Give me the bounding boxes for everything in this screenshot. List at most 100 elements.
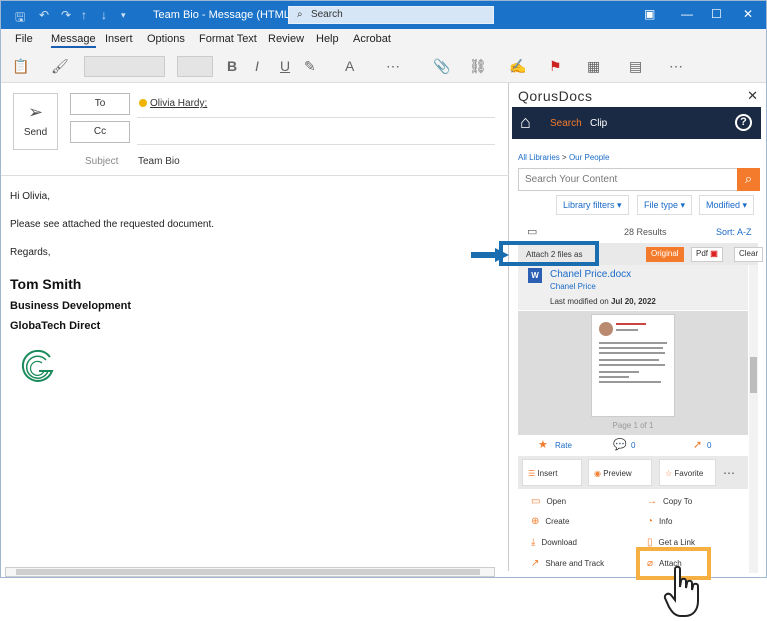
panel-close-icon[interactable]: ✕	[747, 88, 758, 104]
maximize-icon[interactable]: ☐	[711, 7, 722, 21]
insert-button[interactable]: ☰ Insert	[522, 459, 582, 486]
favorite-button[interactable]: ☆ Favorite	[659, 459, 716, 486]
copy-to-menu-item[interactable]: → Copy To	[647, 496, 692, 507]
ribbon-more-icon[interactable]: ⋯	[669, 58, 683, 75]
panel-scrollbar[interactable]	[749, 265, 758, 573]
share-icon: ↗	[531, 558, 540, 569]
scrollbar-thumb[interactable]	[16, 569, 480, 575]
open-label: Open	[546, 497, 567, 506]
format-painter-icon[interactable]: 🖌	[51, 58, 69, 75]
minimize-icon[interactable]: —	[681, 7, 693, 21]
bold-icon[interactable]: B	[227, 58, 237, 74]
open-menu-item[interactable]: ▭ Open	[531, 496, 566, 507]
save-icon[interactable]: 🖫	[15, 8, 25, 29]
underline-icon[interactable]: U	[280, 58, 290, 74]
download-label: Download	[541, 538, 577, 547]
text-line	[599, 376, 629, 378]
flag-icon[interactable]: ⚑	[549, 58, 562, 75]
to-field[interactable]: Olivia Hardy;	[139, 98, 207, 109]
font-color-icon[interactable]: A	[345, 58, 354, 74]
insert-icon: ☰	[528, 469, 536, 478]
menu-format-text[interactable]: Format Text	[199, 33, 257, 45]
menu-options[interactable]: Options	[147, 33, 185, 45]
insert-label: Insert	[537, 469, 558, 478]
italic-icon[interactable]: I	[255, 58, 259, 74]
addin-icon[interactable]: ▤	[629, 58, 642, 75]
list-view-icon[interactable]: ▭	[527, 225, 537, 238]
nav-search[interactable]: Search	[550, 118, 582, 129]
document-card[interactable]: W Chanel Price.docx Chanel Price Last mo…	[518, 265, 748, 310]
home-icon[interactable]: ⌂	[520, 112, 531, 133]
document-preview[interactable]: Page 1 of 1	[518, 311, 748, 435]
search-input[interactable]: ⌕ Search	[288, 6, 494, 24]
subject-field[interactable]: Team Bio	[138, 156, 180, 167]
paste-icon[interactable]: 📋	[12, 58, 29, 75]
modified-dropdown[interactable]: Modified ▾	[699, 195, 755, 215]
signature-icon[interactable]: ✍	[509, 58, 526, 75]
link-icon[interactable]: ⛓	[469, 58, 487, 75]
breadcrumb-current[interactable]: Our People	[569, 153, 609, 162]
nav-clip[interactable]: Clip	[590, 118, 607, 129]
share-menu-item[interactable]: ↗ Share and Track	[531, 558, 604, 569]
font-name-dropdown[interactable]	[84, 56, 165, 77]
highlight-icon[interactable]: ✎	[304, 58, 316, 75]
sort-toggle[interactable]: Sort: A-Z	[716, 227, 752, 237]
qorusdocs-panel: QorusDocs ✕ ⌂ Search Clip ? All Librarie…	[509, 83, 766, 577]
undo-icon[interactable]: ↶	[39, 8, 49, 22]
up-arrow-icon[interactable]: ↑	[81, 8, 87, 22]
cc-button[interactable]: Cc	[70, 121, 130, 143]
horizontal-scrollbar[interactable]	[5, 567, 495, 577]
more-actions-icon[interactable]: ⋯	[723, 466, 735, 480]
body-closing[interactable]: Regards,	[10, 247, 51, 258]
rate-link[interactable]: Rate	[555, 441, 572, 450]
document-author[interactable]: Chanel Price	[550, 282, 596, 291]
clear-button[interactable]: Clear	[734, 247, 764, 262]
breadcrumb-root[interactable]: All Libraries	[518, 153, 560, 162]
menu-message[interactable]: Message	[51, 33, 96, 48]
modified-prefix: Last modified on	[550, 297, 609, 306]
category-icon[interactable]: ▦	[587, 58, 600, 75]
divider	[137, 144, 495, 145]
presence-icon	[139, 99, 147, 107]
menu-help[interactable]: Help	[316, 33, 339, 45]
more-icon[interactable]: ⋯	[386, 58, 400, 75]
customize-icon[interactable]: ▾	[121, 10, 126, 21]
download-menu-item[interactable]: ⤓ Download	[531, 537, 577, 548]
redo-icon[interactable]: ↷	[61, 8, 71, 22]
preview-button[interactable]: ◉ Preview	[588, 459, 652, 486]
comments-icon[interactable]: 💬	[613, 438, 627, 451]
menu-file[interactable]: File	[15, 33, 33, 45]
send-label: Send	[23, 127, 48, 138]
down-arrow-icon[interactable]: ↓	[101, 8, 107, 22]
document-name[interactable]: Chanel Price.docx	[550, 269, 631, 280]
content-search-input[interactable]: Search Your Content	[518, 168, 738, 191]
to-button[interactable]: To	[70, 93, 130, 115]
help-icon[interactable]: ?	[735, 114, 752, 131]
ribbon-display-icon[interactable]: ▣	[644, 7, 655, 21]
close-icon[interactable]: ✕	[743, 7, 753, 21]
send-button[interactable]: ➢ Send	[13, 93, 58, 150]
font-size-dropdown[interactable]	[177, 56, 213, 77]
share-label: Share and Track	[545, 559, 605, 568]
create-menu-item[interactable]: ⊕ Create	[531, 516, 569, 527]
attach-file-icon[interactable]: 📎	[433, 58, 450, 75]
original-button[interactable]: Original	[646, 247, 684, 262]
menu-insert[interactable]: Insert	[105, 33, 133, 45]
body-greeting[interactable]: Hi Olivia,	[10, 191, 50, 202]
panel-scrollbar-thumb[interactable]	[750, 357, 757, 393]
document-modified: Last modified on Jul 20, 2022	[550, 297, 656, 306]
text-line	[599, 371, 639, 373]
menu-review[interactable]: Review	[268, 33, 304, 45]
pdf-button[interactable]: Pdf ▣	[691, 247, 723, 262]
library-filters-dropdown[interactable]: Library filters ▾	[556, 195, 629, 215]
info-menu-item[interactable]: ◔ Info	[647, 516, 672, 527]
pdf-label: Pdf	[696, 249, 709, 258]
search-button[interactable]: ⌕	[737, 168, 760, 191]
outlook-window: 🖫 ↶ ↷ ↑ ↓ ▾ Team Bio - Message (HTML) ⌕ …	[0, 0, 767, 578]
menu-bar: File Message Insert Options Format Text …	[1, 29, 766, 51]
to-recipient: Olivia Hardy;	[150, 98, 208, 109]
menu-acrobat[interactable]: Acrobat	[353, 33, 391, 45]
star-icon[interactable]: ★	[538, 438, 548, 451]
file-type-dropdown[interactable]: File type ▾	[637, 195, 693, 215]
body-text[interactable]: Please see attached the requested docume…	[10, 219, 214, 230]
